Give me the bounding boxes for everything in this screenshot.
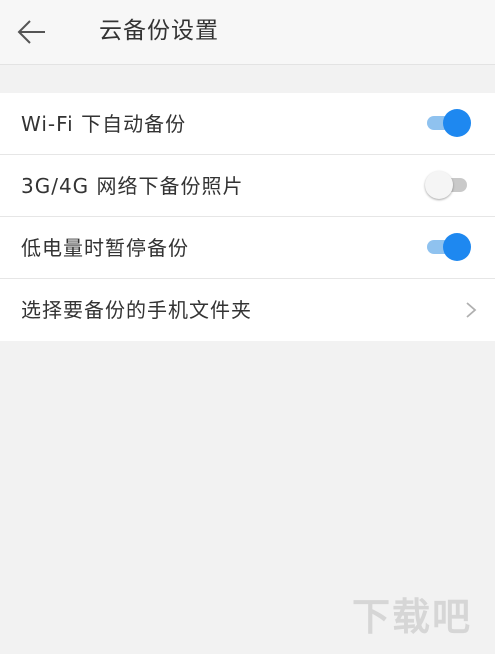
low-battery-pause-toggle[interactable] [425, 233, 471, 261]
setting-label: 选择要备份的手机文件夹 [21, 298, 252, 322]
setting-row-select-folders[interactable]: 选择要备份的手机文件夹 [0, 279, 495, 341]
chevron-right-icon [466, 302, 477, 318]
toggle-knob [425, 171, 453, 199]
mobile-backup-toggle[interactable] [425, 171, 471, 199]
setting-row-wifi-backup[interactable]: Wi-Fi 下自动备份 [0, 93, 495, 155]
arrow-left-icon [17, 20, 45, 44]
watermark-logo: 下载吧 [352, 595, 472, 639]
wifi-backup-toggle[interactable] [425, 109, 471, 137]
settings-list: Wi-Fi 下自动备份 3G/4G 网络下备份照片 低电量时暂停备份 选择要备份… [0, 93, 495, 341]
setting-row-low-battery[interactable]: 低电量时暂停备份 [0, 217, 495, 279]
setting-label: 3G/4G 网络下备份照片 [21, 174, 244, 198]
back-button[interactable] [14, 16, 50, 48]
toggle-knob [443, 109, 471, 137]
app-header: 云备份设置 [0, 0, 495, 65]
page-title: 云备份设置 [99, 18, 219, 44]
setting-label: Wi-Fi 下自动备份 [21, 112, 187, 136]
setting-label: 低电量时暂停备份 [21, 236, 189, 260]
toggle-knob [443, 233, 471, 261]
setting-row-mobile-backup[interactable]: 3G/4G 网络下备份照片 [0, 155, 495, 217]
svg-text:下载吧: 下载吧 [352, 595, 472, 639]
